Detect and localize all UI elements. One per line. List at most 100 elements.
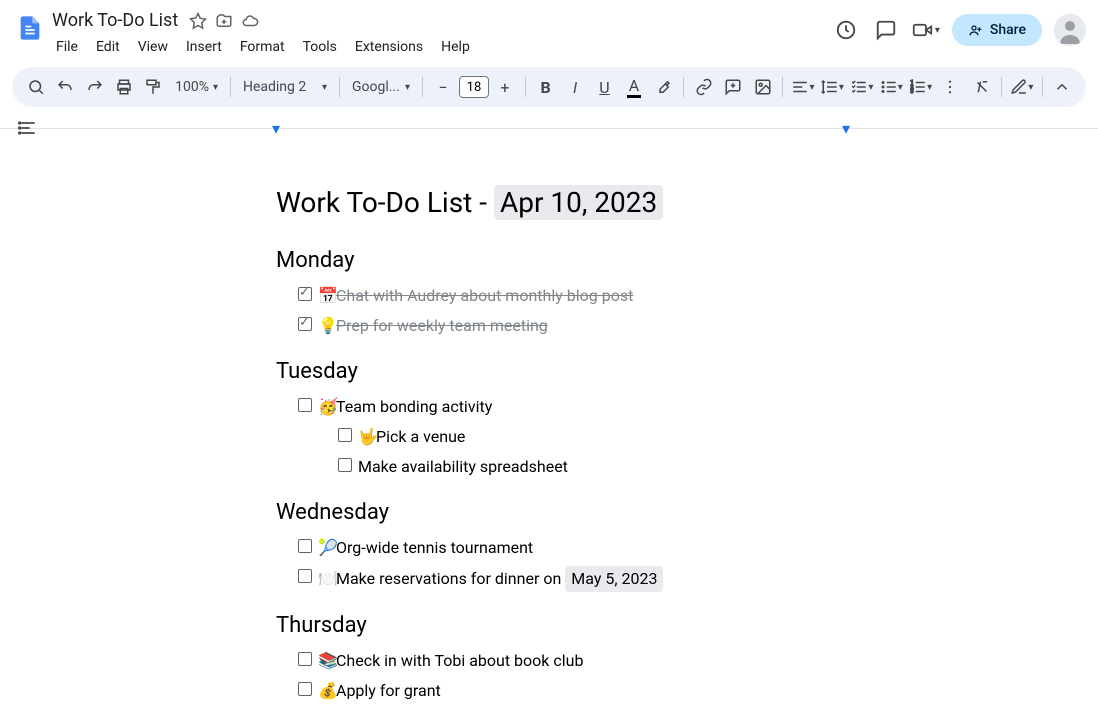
numbered-list-icon[interactable]: 123▾ (907, 73, 934, 101)
emoji-icon: 🥳 (318, 395, 336, 419)
ruler-indent-marker[interactable]: ▾ (272, 119, 280, 138)
checkbox[interactable] (298, 569, 312, 583)
section-heading[interactable]: Monday (276, 248, 842, 273)
checklist-item[interactable]: 💰Apply for grant (276, 676, 842, 706)
bold-icon[interactable]: B (532, 73, 559, 101)
page-title[interactable]: Work To-Do List - Apr 10, 2023 (276, 185, 842, 220)
checklist-item[interactable]: 🤟Pick a venue (276, 422, 842, 452)
separator (782, 77, 783, 97)
search-icon[interactable] (22, 73, 49, 101)
comments-icon[interactable] (872, 16, 900, 44)
increase-font-icon[interactable]: + (491, 73, 519, 101)
menu-extensions[interactable]: Extensions (347, 35, 431, 59)
date-chip[interactable]: Apr 10, 2023 (494, 185, 663, 220)
menu-bar: File Edit View Insert Format Tools Exten… (48, 35, 832, 59)
bulleted-list-icon[interactable]: ▾ (878, 73, 905, 101)
decrease-font-icon[interactable]: − (429, 73, 457, 101)
cloud-status-icon[interactable] (240, 11, 260, 31)
checkbox[interactable] (338, 458, 352, 472)
align-icon[interactable]: ▾ (789, 73, 816, 101)
checkbox[interactable] (298, 539, 312, 553)
app-header: Work To-Do List File Edit View Insert Fo… (0, 0, 1098, 59)
share-label: Share (990, 22, 1026, 38)
collapse-icon[interactable] (1049, 73, 1076, 101)
insert-image-icon[interactable] (749, 73, 776, 101)
font-select[interactable]: Googl...▾ (346, 75, 416, 99)
date-chip[interactable]: May 5, 2023 (565, 566, 663, 592)
line-spacing-icon[interactable]: ▾ (819, 73, 846, 101)
menu-view[interactable]: View (130, 35, 176, 59)
more-icon[interactable] (936, 73, 963, 101)
item-text[interactable]: 🍽️Make reservations for dinner on May 5,… (318, 566, 663, 592)
chevron-down-icon: ▾ (868, 82, 873, 93)
item-text[interactable]: 🤟Pick a venue (358, 425, 465, 449)
checkbox[interactable] (298, 682, 312, 696)
checkbox[interactable] (298, 398, 312, 412)
ruler-right-marker[interactable]: ▾ (842, 119, 850, 138)
highlight-icon[interactable] (650, 73, 677, 101)
menu-tools[interactable]: Tools (295, 35, 345, 59)
undo-icon[interactable] (51, 73, 78, 101)
separator (1001, 77, 1002, 97)
move-icon[interactable] (214, 11, 234, 31)
checklist-icon[interactable]: ▾ (848, 73, 875, 101)
checklist-item[interactable]: 💡Prep for weekly team meeting (276, 311, 842, 341)
checklist-item[interactable]: 🎾Org-wide tennis tournament (276, 533, 842, 563)
item-text[interactable]: 💡Prep for weekly team meeting (318, 314, 548, 338)
ruler[interactable]: ▾ ▾ (0, 115, 1098, 129)
chevron-down-icon: ▾ (839, 82, 844, 93)
document-title[interactable]: Work To-Do List (48, 8, 182, 33)
star-icon[interactable] (188, 11, 208, 31)
clear-format-icon[interactable] (968, 73, 995, 101)
checkbox[interactable] (338, 428, 352, 442)
menu-format[interactable]: Format (232, 35, 293, 59)
docs-logo[interactable] (12, 10, 48, 46)
add-comment-icon[interactable] (719, 73, 746, 101)
menu-edit[interactable]: Edit (88, 35, 128, 59)
italic-icon[interactable]: I (561, 73, 588, 101)
toolbar: 100%▾ Heading 2▾ Googl...▾ − + B I U A ▾… (12, 67, 1086, 107)
checklist-item[interactable]: 🍽️Make reservations for dinner on May 5,… (276, 563, 842, 595)
underline-icon[interactable]: U (591, 73, 618, 101)
emoji-icon: 🎾 (318, 536, 336, 560)
text-color-icon[interactable]: A (620, 73, 647, 101)
checkbox[interactable] (298, 287, 312, 301)
checklist-item[interactable]: Make availability spreadsheet (276, 452, 842, 482)
title-area: Work To-Do List File Edit View Insert Fo… (48, 8, 832, 59)
checkbox[interactable] (298, 652, 312, 666)
item-text[interactable]: 📅Chat with Audrey about monthly blog pos… (318, 284, 633, 308)
avatar[interactable] (1054, 14, 1086, 46)
outline-icon[interactable] (14, 114, 42, 142)
link-icon[interactable] (690, 73, 717, 101)
print-icon[interactable] (110, 73, 137, 101)
checklist-item[interactable]: 📚Check in with Tobi about book club (276, 646, 842, 676)
item-text[interactable]: 📚Check in with Tobi about book club (318, 649, 583, 673)
separator (339, 77, 340, 97)
style-select[interactable]: Heading 2▾ (237, 75, 333, 99)
item-text[interactable]: 💰Apply for grant (318, 679, 441, 703)
menu-file[interactable]: File (48, 35, 86, 59)
section-heading[interactable]: Wednesday (276, 500, 842, 525)
font-size-input[interactable] (459, 76, 489, 98)
share-button[interactable]: Share (952, 14, 1042, 46)
menu-help[interactable]: Help (433, 35, 478, 59)
separator (683, 77, 684, 97)
share-icon (968, 22, 984, 38)
item-text[interactable]: 🎾Org-wide tennis tournament (318, 536, 533, 560)
checklist-item[interactable]: 🥳Team bonding activity (276, 392, 842, 422)
section-heading[interactable]: Thursday (276, 613, 842, 638)
item-text[interactable]: Make availability spreadsheet (358, 455, 568, 479)
history-icon[interactable] (832, 16, 860, 44)
checklist-item[interactable]: 📅Chat with Audrey about monthly blog pos… (276, 281, 842, 311)
emoji-icon: 📚 (318, 649, 336, 673)
editing-mode-icon[interactable]: ▾ (1008, 73, 1035, 101)
section-heading[interactable]: Tuesday (276, 359, 842, 384)
document-body[interactable]: Work To-Do List - Apr 10, 2023 Monday 📅Ch… (276, 129, 842, 706)
paint-format-icon[interactable] (140, 73, 167, 101)
checkbox[interactable] (298, 317, 312, 331)
item-text[interactable]: 🥳Team bonding activity (318, 395, 492, 419)
menu-insert[interactable]: Insert (178, 35, 230, 59)
meet-icon[interactable]: ▾ (912, 16, 940, 44)
zoom-select[interactable]: 100%▾ (169, 75, 224, 99)
redo-icon[interactable] (81, 73, 108, 101)
